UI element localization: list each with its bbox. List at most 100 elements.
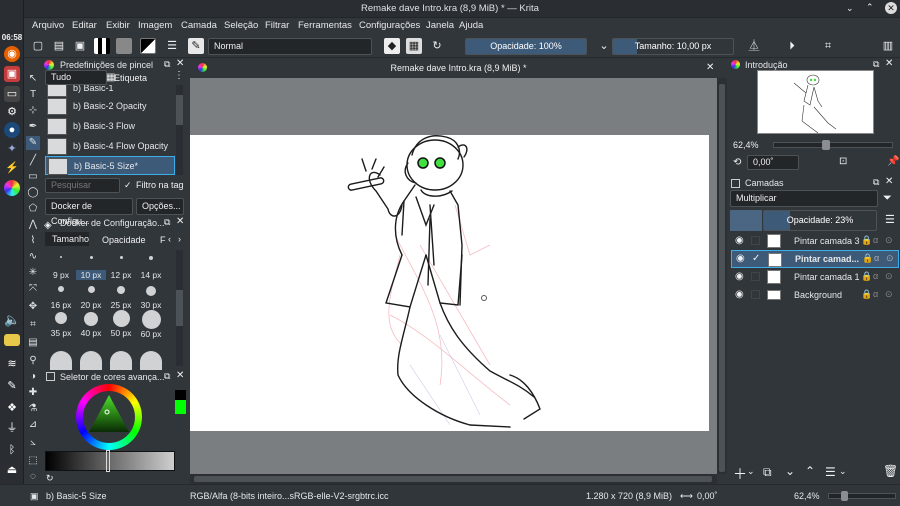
layer-filter-icon[interactable]: ⏷ (883, 192, 892, 205)
layer-properties-menu-icon[interactable]: ⌄ (839, 466, 847, 477)
new-file-icon[interactable]: ▢ (30, 38, 46, 54)
colorize-icon[interactable]: ◑ (26, 370, 40, 384)
size-preset[interactable]: 40 px (76, 312, 106, 340)
calligraphy-icon[interactable]: ✒ (26, 120, 40, 134)
size-preset[interactable]: 16 px (46, 286, 76, 314)
options-tab[interactable]: Opções... (136, 198, 184, 215)
close-docker-icon[interactable]: ✕ (176, 58, 184, 69)
layer-lock-icon[interactable]: 🔒 (861, 271, 872, 282)
eject-icon[interactable]: ⏏ (4, 462, 20, 478)
eraser-icon[interactable]: ◆ (384, 38, 400, 54)
move-layer-up-icon[interactable]: ⌃ (805, 464, 815, 478)
layer-lock-icon[interactable]: 🔒 (861, 235, 872, 246)
menu-selecao[interactable]: Seleção (224, 20, 258, 31)
menu-exibir[interactable]: Exibir (106, 20, 130, 31)
alpha-lock-icon[interactable]: α (873, 271, 878, 281)
color-picker-icon[interactable]: ⚲ (26, 354, 40, 368)
layer-lock-icon[interactable]: 🔒 (862, 253, 873, 264)
size-preset[interactable]: 9 px (46, 256, 76, 284)
opacity-slider[interactable]: Opacidade: 100% (465, 38, 587, 55)
close-docker-icon[interactable]: ✕ (885, 176, 893, 187)
edit-shapes-icon[interactable]: ⊹ (26, 104, 40, 118)
size-grid-scrollbar[interactable] (176, 250, 183, 366)
crop-tool-icon[interactable]: ⌗ (26, 318, 40, 332)
layer-check-box[interactable] (751, 236, 760, 245)
layer-color-swatch[interactable] (730, 210, 762, 231)
attachment-icon[interactable]: ✎ (4, 378, 20, 394)
size-preset[interactable]: 20 px (76, 286, 106, 314)
layer-row[interactable]: ◉ Pintar camada 3 🔒 α ⊙ (731, 232, 899, 250)
delete-layer-icon[interactable]: 🗑 (883, 464, 898, 478)
preset-search-input[interactable] (45, 178, 120, 193)
size-preset[interactable]: 14 px (136, 256, 166, 284)
terminal-icon[interactable]: ▭ (4, 86, 20, 102)
status-rotate-icon[interactable]: ⟷ (680, 491, 693, 502)
close-docker-icon[interactable]: ✕ (176, 216, 184, 227)
blend-mode-select[interactable]: Normal (208, 38, 372, 55)
layer-options-icon[interactable]: ⊙ (885, 271, 893, 282)
volume-icon[interactable]: 🔈 (4, 312, 20, 328)
visibility-eye-icon[interactable]: ◉ (735, 235, 744, 246)
tag-menu-icon[interactable]: ⋮ (174, 70, 184, 81)
gradient-icon[interactable] (94, 38, 110, 54)
layer-row-selected[interactable]: ◉ ✓ Pintar camad... 🔒 α ⊙ (731, 250, 899, 268)
color-history-row[interactable] (45, 451, 175, 471)
float-docker-icon[interactable]: ⧉ (873, 177, 879, 188)
pattern-icon[interactable] (116, 38, 132, 54)
size-preset[interactable]: 50 px (106, 310, 136, 338)
layer-options-icon[interactable]: ⊙ (886, 253, 894, 264)
duplicate-layer-icon[interactable]: ⧉ (763, 465, 772, 480)
visibility-eye-icon[interactable]: ◉ (736, 253, 745, 264)
menu-ferramentas[interactable]: Ferramentas (298, 20, 352, 31)
size-preset-selected[interactable]: 10 px (76, 256, 106, 284)
move-layer-down-icon[interactable]: ⌄ (785, 464, 795, 478)
krita-app-icon[interactable] (4, 180, 20, 196)
tabs-scroll-right-icon[interactable]: › (178, 234, 181, 244)
layer-menu-icon[interactable]: ☰ (885, 213, 895, 226)
overview-rotation-field[interactable]: 0,00˚ (747, 155, 799, 170)
float-docker-icon[interactable]: ⧉ (164, 371, 170, 382)
polygon-tool-icon[interactable]: ⬠ (26, 202, 40, 216)
close-docker-icon[interactable]: ✕ (176, 370, 184, 381)
reload-icon[interactable]: ↻ (429, 38, 445, 54)
size-slider[interactable]: Tamanho: 10,00 px (612, 38, 734, 55)
float-docker-icon[interactable]: ⧉ (873, 59, 879, 70)
mirror-vertical-icon[interactable]: ⏵ (784, 38, 800, 54)
menu-arquivo[interactable]: Arquivo (32, 20, 64, 31)
dropbox-icon[interactable]: ❖ (4, 400, 20, 416)
line-tool-icon[interactable]: ╱ (26, 154, 40, 168)
size-preset[interactable]: 60 px (136, 310, 166, 339)
add-layer-menu-icon[interactable]: ⌄ (747, 466, 755, 477)
layer-options-icon[interactable]: ⊙ (885, 289, 893, 300)
assistant-tool-icon[interactable]: ⊿ (26, 418, 40, 432)
layer-properties-icon[interactable]: ☰ (825, 465, 836, 479)
transform-tool-icon[interactable]: ⤧ (26, 282, 40, 296)
tab-flow[interactable]: F (160, 235, 166, 245)
color-triangle[interactable] (76, 384, 142, 450)
wrap-around-icon[interactable]: ⌗ (820, 38, 836, 54)
visibility-eye-icon[interactable]: ◉ (735, 271, 744, 282)
layer-opacity-slider[interactable]: Opacidade: 23% (763, 210, 877, 231)
rotate-icon[interactable]: ⟲ (733, 157, 741, 168)
preset-scrollbar[interactable] (176, 85, 183, 175)
layer-check-box[interactable] (751, 272, 760, 281)
menu-editar[interactable]: Editar (72, 20, 97, 31)
usb-icon[interactable]: ⏚ (4, 420, 20, 436)
ellipse-select-icon[interactable]: ◌ (26, 470, 40, 484)
preset-item[interactable]: b) Basic-3 Flow (45, 117, 175, 136)
overview-thumbnail[interactable] (757, 70, 874, 134)
reset-colors-icon[interactable]: ↻ (46, 473, 54, 484)
close-document-icon[interactable]: ✕ (706, 62, 714, 73)
document-tab[interactable]: Remake dave Intro.kra (8,9 MiB) * ✕ (190, 58, 727, 78)
mirror-horizontal-icon[interactable]: ⏅ (746, 38, 762, 54)
alpha-lock-icon[interactable]: ▦ (406, 38, 422, 54)
status-zoom-slider[interactable] (828, 491, 896, 501)
move-tool-icon[interactable]: ✥ (26, 300, 40, 314)
layer-checkmark-icon[interactable]: ✓ (752, 253, 760, 264)
layer-check-box[interactable] (751, 290, 760, 299)
brush-preset-icon[interactable]: ✎ (188, 38, 204, 54)
layer-blend-select[interactable]: Multiplicar (730, 190, 878, 207)
measure-tool-icon[interactable]: ⦣ (26, 436, 40, 450)
menu-janela[interactable]: Janela (426, 20, 454, 31)
layer-lock-icon[interactable]: 🔒 (861, 289, 872, 300)
